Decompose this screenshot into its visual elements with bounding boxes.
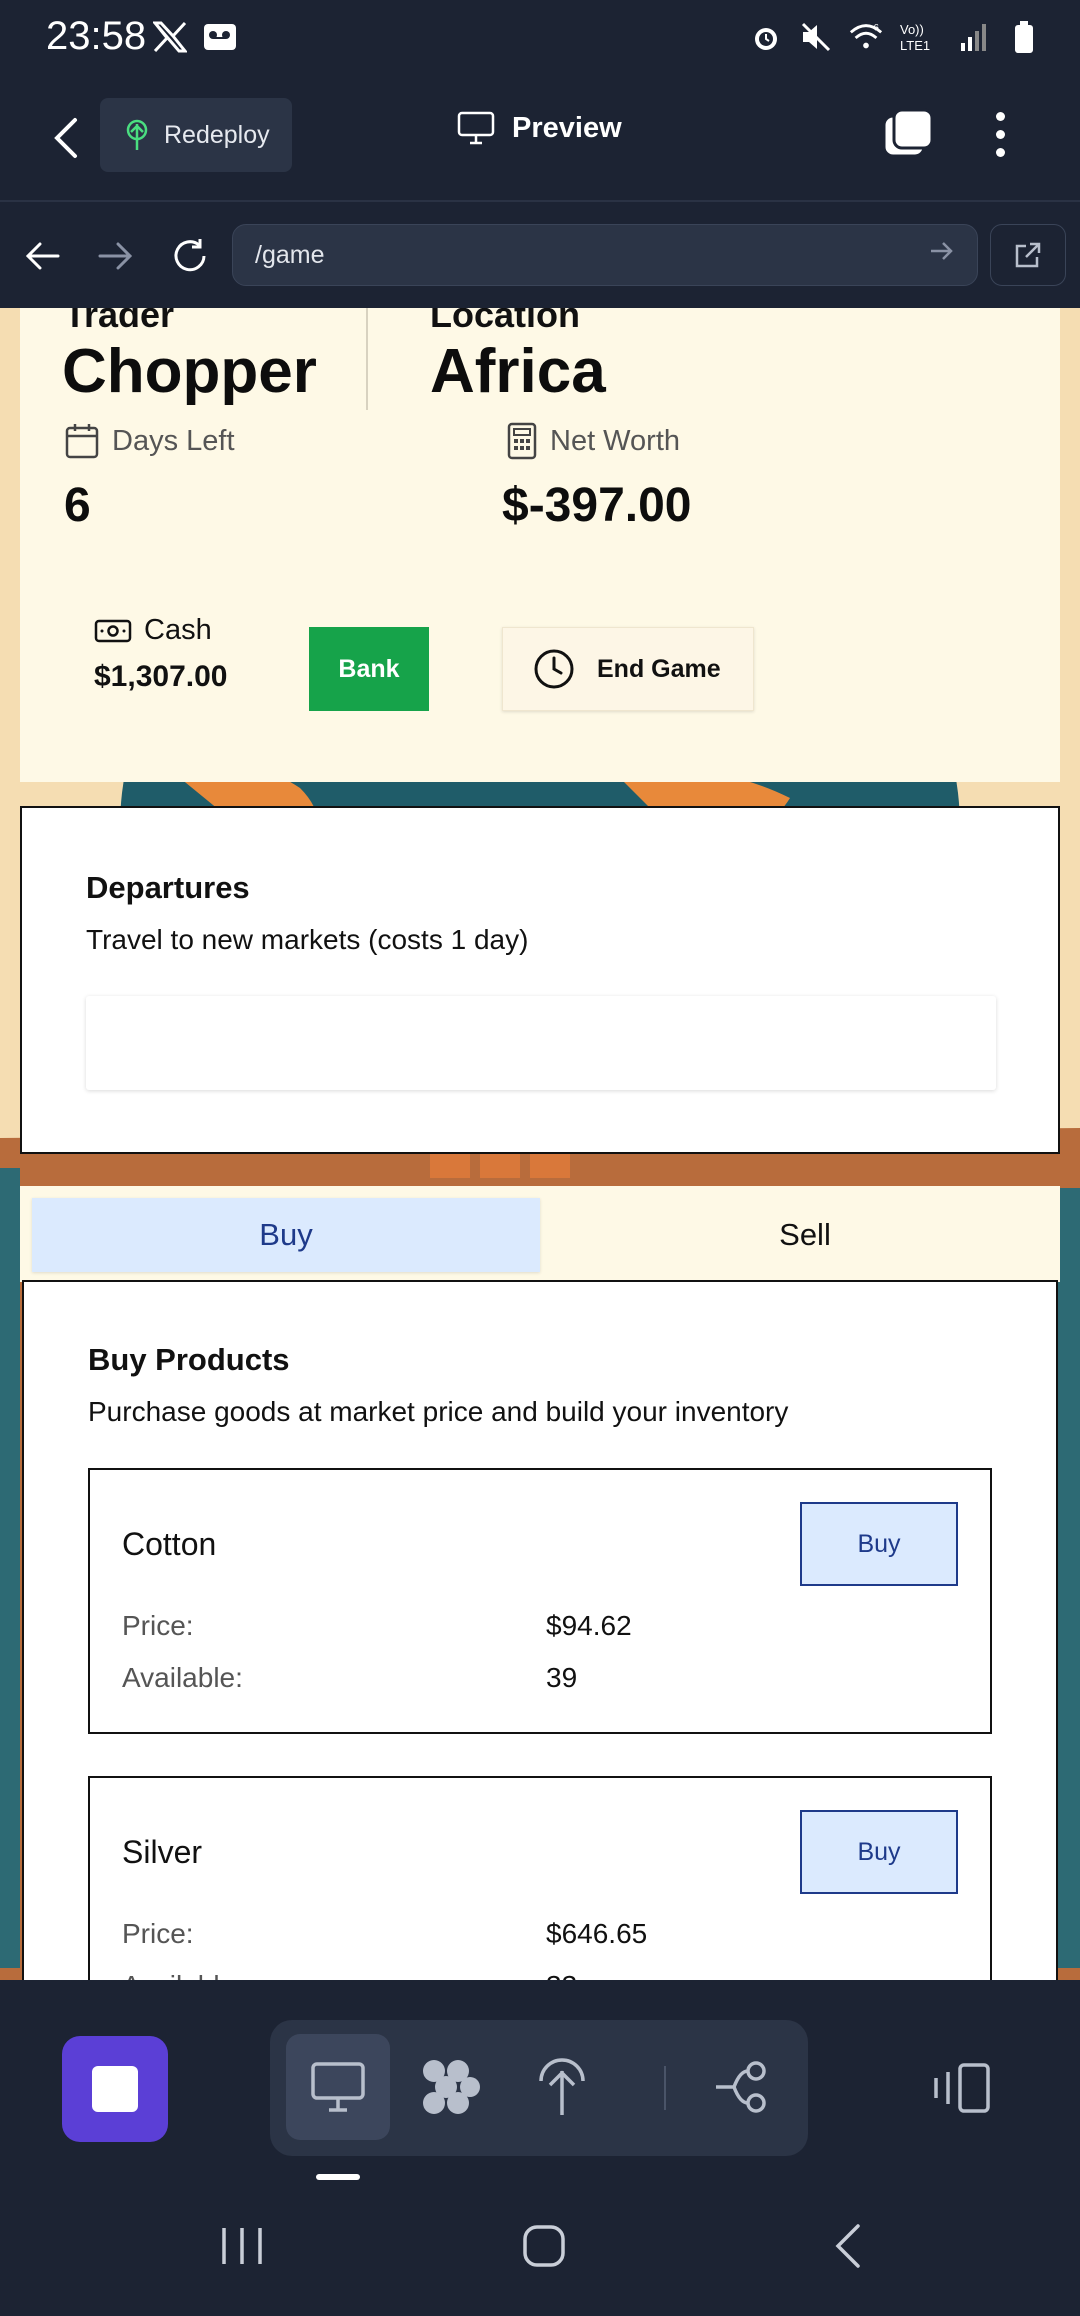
grid-blob-icon — [423, 2060, 480, 2114]
deploy-icon — [539, 2058, 585, 2115]
net-worth-value: $-397.00 — [502, 479, 692, 532]
product-price: $646.65 — [546, 1918, 648, 1949]
bottom-app-bar — [0, 1980, 1080, 2172]
battery-icon — [1006, 18, 1042, 56]
system-back-icon[interactable] — [818, 2216, 878, 2276]
location-label: Location — [430, 308, 580, 335]
product-card-cotton: Cotton Buy Price: $94.62 Available: 39 — [88, 1468, 992, 1734]
location-name: Africa — [430, 337, 606, 406]
svg-text:LTE1: LTE1 — [900, 38, 930, 53]
tabs-icon — [882, 108, 934, 158]
product-name: Cotton — [122, 1526, 217, 1562]
signal-icon — [956, 18, 992, 56]
status-bar: 23:58 6 Vo)) LTE1 — [0, 0, 1080, 80]
days-left-value: 6 — [64, 479, 91, 532]
system-navigation-bar — [0, 2182, 1080, 2316]
product-available: 39 — [546, 1662, 578, 1693]
trade-tabs: Buy Sell — [20, 1186, 1060, 1282]
home-icon[interactable] — [514, 2216, 574, 2276]
days-left-label: Days Left — [64, 422, 235, 460]
external-link-icon — [1015, 242, 1041, 268]
nav-forward-icon[interactable] — [92, 232, 140, 280]
trader-name: Chopper — [62, 337, 317, 406]
product-name: Silver — [122, 1834, 203, 1870]
tab-buy[interactable]: Buy — [32, 1198, 540, 1272]
calculator-icon — [507, 422, 537, 460]
chevron-left-icon — [54, 118, 77, 158]
volte-icon: Vo)) LTE1 — [898, 18, 942, 56]
svg-text:6: 6 — [874, 22, 879, 33]
monitor-icon — [311, 2062, 365, 2112]
preview-view-button[interactable] — [286, 2034, 390, 2140]
app-toolbar: Redeploy Preview — [0, 80, 1080, 202]
view-switcher — [270, 2020, 808, 2156]
cash-value: $1,307.00 — [94, 660, 228, 693]
buy-products-subtitle: Purchase goods at market price and build… — [88, 1396, 789, 1427]
preview-toggle[interactable]: Preview — [456, 110, 622, 146]
back-button[interactable] — [40, 110, 92, 166]
product-available: 33 — [546, 1970, 577, 1980]
stats-divider — [366, 308, 368, 410]
workspace-view-button[interactable] — [398, 2034, 502, 2140]
reload-icon[interactable] — [166, 232, 214, 280]
svg-text:Vo)): Vo)) — [900, 22, 924, 37]
url-text: /game — [255, 240, 325, 269]
recent-apps-icon[interactable] — [212, 2216, 272, 2276]
more-options-icon[interactable] — [980, 106, 1020, 162]
tabs-button[interactable] — [880, 106, 936, 162]
departures-title: Departures — [86, 870, 250, 905]
nav-back-icon[interactable] — [18, 232, 66, 280]
voicemail-icon — [202, 18, 238, 56]
git-view-button[interactable] — [690, 2034, 794, 2140]
go-arrow-icon[interactable] — [929, 239, 955, 270]
redeploy-button[interactable]: Redeploy — [100, 98, 292, 172]
buy-silver-button[interactable]: Buy — [800, 1810, 958, 1894]
departures-subtitle: Travel to new markets (costs 1 day) — [86, 924, 529, 955]
monitor-icon — [457, 111, 495, 145]
deploy-view-button[interactable] — [510, 2034, 614, 2140]
net-worth-label: Net Worth — [506, 422, 680, 460]
price-label: Price: — [122, 1610, 194, 1641]
bank-button[interactable]: Bank — [309, 627, 429, 711]
url-input[interactable]: /game — [232, 224, 978, 286]
cash-label: Cash — [94, 614, 212, 647]
game-page: Trader Chopper Location Africa Days Left… — [0, 308, 1080, 1980]
available-label: Available: — [122, 1662, 243, 1693]
game-stats-card: Trader Chopper Location Africa Days Left… — [20, 308, 1060, 782]
redeploy-label: Redeploy — [164, 120, 270, 149]
departures-card: Departures Travel to new markets (costs … — [20, 806, 1060, 1154]
product-card-silver: Silver Buy Price: $646.65 Available: 33 — [88, 1776, 992, 1980]
stop-button[interactable] — [62, 2036, 168, 2142]
buy-products-card: Buy Products Purchase goods at market pr… — [22, 1280, 1058, 1980]
layout-toggle-icon[interactable] — [930, 2062, 992, 2119]
price-label: Price: — [122, 1918, 194, 1949]
git-branch-icon — [716, 2061, 766, 2113]
cash-icon — [94, 619, 132, 642]
status-time: 23:58 — [46, 14, 147, 58]
tab-indicator — [316, 2174, 360, 2180]
mute-icon — [798, 18, 834, 56]
open-external-button[interactable] — [990, 224, 1066, 286]
clock-icon — [534, 649, 574, 689]
buy-cotton-button[interactable]: Buy — [800, 1502, 958, 1586]
tab-sell[interactable]: Sell — [560, 1198, 1050, 1272]
calendar-icon — [65, 424, 99, 459]
available-label: Available: — [122, 1970, 243, 1980]
stop-icon — [92, 2066, 138, 2112]
segment-divider — [664, 2066, 666, 2110]
wifi-icon: 6 — [848, 18, 884, 56]
trader-label: Trader — [64, 308, 175, 335]
destination-select[interactable] — [86, 996, 996, 1090]
preview-label: Preview — [512, 111, 622, 144]
alarm-icon — [748, 18, 784, 56]
x-logo-icon — [152, 18, 188, 56]
product-price: $94.62 — [546, 1610, 632, 1641]
deploy-icon — [126, 119, 148, 150]
buy-products-title: Buy Products — [88, 1342, 290, 1377]
end-game-button[interactable]: End Game — [502, 627, 754, 711]
